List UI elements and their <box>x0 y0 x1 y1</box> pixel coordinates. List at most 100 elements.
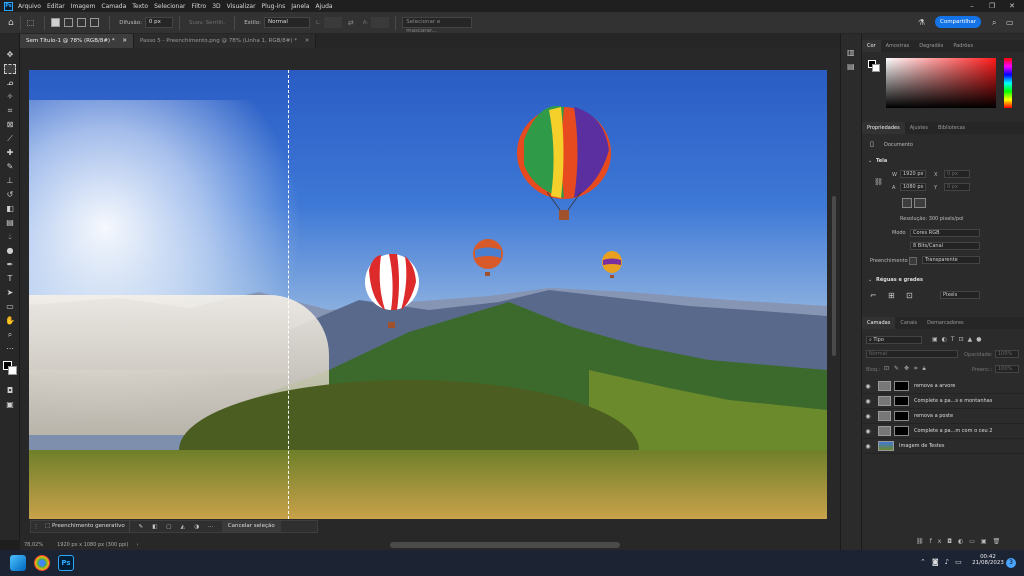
magic-wand-tool-icon[interactable]: ✧ <box>4 92 16 102</box>
zoom-level[interactable]: 78,02% <box>24 542 43 548</box>
feather-input[interactable]: 0 px <box>144 17 173 28</box>
menu-camada[interactable]: Camada <box>101 3 126 10</box>
visibility-eye-icon[interactable]: ◉ <box>862 398 874 405</box>
eyedropper-tool-icon[interactable]: ⟋ <box>4 134 16 144</box>
menu-visualizar[interactable]: Visualizar <box>227 3 256 10</box>
canvas-y-input[interactable]: 0 px <box>944 183 970 191</box>
tab-bibliotecas[interactable]: Bibliotecas <box>933 122 970 134</box>
select-and-mask-button[interactable]: Selecionar e mascarar... <box>402 17 473 34</box>
chrome-icon[interactable] <box>34 555 50 571</box>
fill-select[interactable]: Transparente <box>922 256 980 264</box>
layer-row[interactable]: ◉ remova a arvore <box>862 379 1024 394</box>
screen-mode-icon[interactable]: ▣ <box>4 400 16 410</box>
adjustment-icon[interactable]: ◑ <box>190 524 204 530</box>
subtract-selection-icon[interactable] <box>77 18 87 27</box>
cancel-selection-button[interactable]: Cancelar seleção <box>221 521 281 532</box>
share-button[interactable]: Compartilhar <box>935 16 981 28</box>
vertical-scrollbar[interactable] <box>832 196 836 356</box>
tab-ajustes[interactable]: Ajustes <box>905 122 933 134</box>
color-mode-select[interactable]: Cores RGB <box>910 229 980 237</box>
eraser-tool-icon[interactable]: ◧ <box>4 204 16 214</box>
canvas-area[interactable]: ⋮ ⬚ Preenchimento generativo ✎ ◧ ▢ ◭ ◑ ⋯… <box>20 48 840 540</box>
style-select[interactable]: Normal <box>263 17 310 28</box>
tab-propriedades[interactable]: Propriedades <box>862 122 905 134</box>
visibility-eye-icon[interactable]: ◉ <box>862 443 874 450</box>
rectangle-tool-icon[interactable]: ▭ <box>4 302 16 312</box>
pen-tool-icon[interactable]: ✒ <box>4 260 16 270</box>
layer-mask-thumbnail[interactable] <box>894 426 909 436</box>
landscape-orientation-icon[interactable] <box>914 198 926 208</box>
close-tab-icon[interactable]: ✕ <box>122 38 127 44</box>
history-panel-icon[interactable]: ▥ <box>847 48 855 57</box>
status-chevron-icon[interactable]: › <box>136 542 138 548</box>
layer-mask-thumbnail[interactable] <box>894 381 909 391</box>
layer-row[interactable]: ◉ Complete a pa...s e montanhas <box>862 394 1024 409</box>
tab-cor[interactable]: Cor <box>862 40 881 52</box>
minimize-icon[interactable]: – <box>962 0 982 12</box>
canvas-width-input[interactable]: 1920 px <box>900 170 926 178</box>
layer-actions-bar[interactable]: ⛓fx◘◐▭▣🗑︎ <box>916 538 1006 545</box>
layer-row[interactable]: ◉ Complete a pa...m com o ceu 2 <box>862 424 1024 439</box>
menu-imagem[interactable]: Imagem <box>71 3 96 10</box>
comments-panel-icon[interactable]: ▤ <box>847 62 855 71</box>
tab-padroes[interactable]: Padrões <box>948 40 978 52</box>
rulers-section-chevron-icon[interactable]: ⌄ <box>868 277 872 283</box>
more-options-icon[interactable]: ⋯ <box>204 524 218 530</box>
notification-badge[interactable]: 3 <box>1006 558 1016 568</box>
path-selection-tool-icon[interactable]: ➤ <box>4 288 16 298</box>
background-color-swatch[interactable] <box>8 366 17 375</box>
tab-demarcadores[interactable]: Demarcadores <box>922 317 968 329</box>
drag-handle-icon[interactable]: ⋮ <box>31 524 41 530</box>
tab-degrades[interactable]: Degradês <box>914 40 948 52</box>
ruler-icon[interactable]: ⌐ <box>870 291 877 300</box>
maximize-icon[interactable]: ❐ <box>982 0 1002 12</box>
invert-selection-icon[interactable]: ◧ <box>148 524 162 530</box>
layer-row[interactable]: ◉ Imagem de Testes <box>862 439 1024 454</box>
lasso-tool-icon[interactable]: ᓄ <box>4 78 16 88</box>
grid-icon[interactable]: ⊞ <box>888 291 895 300</box>
hand-tool-icon[interactable]: ✋ <box>4 316 16 326</box>
menu-selecionar[interactable]: Selecionar <box>154 3 185 10</box>
dodge-tool-icon[interactable]: ● <box>4 246 16 256</box>
crop-tool-icon[interactable]: ⌗ <box>4 106 16 116</box>
generative-fill-button[interactable]: ⬚ Preenchimento generativo <box>41 521 130 532</box>
visibility-eye-icon[interactable]: ◉ <box>862 413 874 420</box>
layer-mask-thumbnail[interactable] <box>894 411 909 421</box>
units-select[interactable]: Pixels <box>940 291 980 299</box>
stamp-tool-icon[interactable]: ⊥ <box>4 176 16 186</box>
swap-icon[interactable]: ⇄ <box>348 19 354 27</box>
frame-tool-icon[interactable]: ⊠ <box>4 120 16 130</box>
brush-mask-icon[interactable]: ✎ <box>134 524 148 530</box>
menu-janela[interactable]: Janela <box>291 3 309 10</box>
layer-filter-select[interactable]: ⌕ Tipo <box>866 336 922 344</box>
workspace-icon[interactable]: ▭ <box>1006 18 1014 27</box>
new-selection-icon[interactable] <box>51 18 61 27</box>
document-canvas[interactable] <box>29 70 827 519</box>
close-icon[interactable]: ✕ <box>1002 0 1022 12</box>
color-picker-field[interactable] <box>886 58 996 108</box>
guides-icon[interactable]: ⊡ <box>906 291 913 300</box>
windows-start-icon[interactable] <box>10 555 26 571</box>
gradient-tool-icon[interactable]: ▤ <box>4 218 16 228</box>
marquee-tool-icon[interactable]: ⬚ <box>27 18 35 27</box>
zoom-tool-icon[interactable]: ⌕ <box>4 330 16 340</box>
system-tray-icons[interactable]: ⌃◙♪▭ <box>920 558 968 566</box>
history-brush-tool-icon[interactable]: ↺ <box>4 190 16 200</box>
tab-document-1[interactable]: Sem Título-1 @ 78% (RGB/8#) * ✕ <box>20 34 134 48</box>
selection-marquee[interactable] <box>29 70 289 519</box>
canvas-height-input[interactable]: 1080 px <box>900 183 926 191</box>
lock-icons[interactable]: ⊡✎✥⌗🔒︎ <box>884 365 931 373</box>
tab-camadas[interactable]: Camadas <box>862 317 896 329</box>
visibility-eye-icon[interactable]: ◉ <box>862 383 874 390</box>
blend-mode-select[interactable]: Normal <box>866 350 958 358</box>
fill-swatch[interactable] <box>909 257 917 265</box>
transform-selection-icon[interactable]: ▢ <box>162 524 176 530</box>
opacity-input[interactable]: 100% <box>995 350 1019 358</box>
home-icon[interactable]: ⌂ <box>8 18 14 28</box>
healing-brush-tool-icon[interactable]: ✚ <box>4 148 16 158</box>
height-input[interactable] <box>371 17 390 28</box>
search-icon[interactable]: ⌕ <box>992 18 996 28</box>
blur-tool-icon[interactable]: 💧︎ <box>4 232 16 242</box>
move-tool-icon[interactable]: ✥ <box>4 50 16 60</box>
fill-selection-icon[interactable]: ◭ <box>176 524 190 530</box>
